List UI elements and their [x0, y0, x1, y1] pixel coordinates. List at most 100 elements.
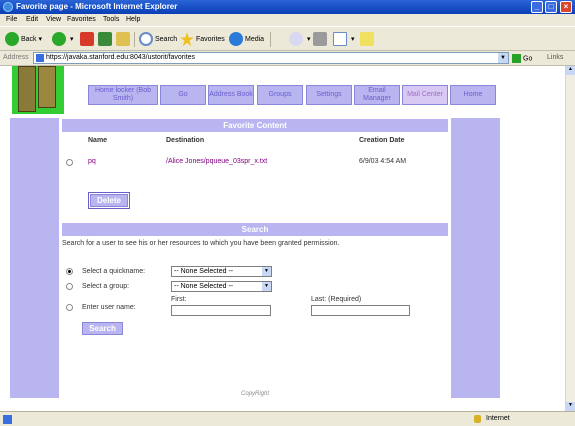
- links-button[interactable]: Links: [547, 54, 563, 61]
- toolbar: Back ▾ ▾ Search Favorites Media ▾ ▾: [0, 26, 575, 51]
- note-icon: [360, 32, 374, 47]
- toolbar-separator: [134, 32, 135, 47]
- right-side-panel: [451, 118, 500, 398]
- page-status-icon: [3, 415, 12, 424]
- favorite-creation-date: 6/9/03 4:54 AM: [359, 158, 407, 165]
- page-viewport: Home locker (Bob Smith) Go Address Book …: [0, 66, 565, 411]
- stop-button[interactable]: [80, 31, 96, 48]
- nav-go-label: Go: [178, 91, 188, 98]
- nav-home-label: Home: [463, 91, 483, 98]
- delete-button[interactable]: Delete: [88, 192, 130, 209]
- refresh-button[interactable]: [98, 31, 114, 48]
- column-header-date: Creation Date: [359, 137, 405, 144]
- page-icon: [36, 54, 44, 62]
- media-button[interactable]: Media: [229, 31, 264, 48]
- favorites-label: Favorites: [196, 36, 225, 43]
- nav-settings[interactable]: Settings: [306, 85, 352, 105]
- locker-logo: [12, 66, 64, 114]
- go-arrow-icon: [512, 54, 521, 63]
- back-arrow-icon: [5, 32, 19, 47]
- group-select[interactable]: -- None Selected -- ▼: [171, 281, 272, 292]
- menu-view[interactable]: View: [46, 16, 61, 23]
- nav-home-locker[interactable]: Home locker (Bob Smith): [88, 85, 158, 105]
- menu-edit[interactable]: Edit: [26, 16, 38, 23]
- history-icon: [289, 32, 303, 47]
- nav-mail-center[interactable]: Mail Center: [402, 85, 448, 105]
- window-title: Favorite page - Microsoft Internet Explo…: [16, 2, 178, 11]
- status-bar: Internet: [0, 411, 575, 426]
- nav-address-book-label: Address Book: [209, 91, 253, 98]
- messenger-button[interactable]: [360, 31, 376, 48]
- star-icon: [180, 32, 194, 47]
- nav-settings-label: Settings: [316, 91, 342, 98]
- nav-groups[interactable]: Groups: [257, 85, 303, 105]
- chevron-down-icon: ▼: [262, 267, 271, 276]
- address-bar: Address https://javaka.stanford.edu:8043…: [0, 51, 575, 66]
- media-label: Media: [245, 36, 265, 43]
- printer-icon: [313, 32, 327, 47]
- left-side-panel: [10, 118, 59, 398]
- username-radio[interactable]: [66, 304, 73, 311]
- last-name-input[interactable]: [311, 305, 410, 316]
- title-bar: Favorite page - Microsoft Internet Explo…: [0, 0, 575, 14]
- search-section-header: Search: [62, 223, 448, 236]
- favorite-name-link[interactable]: pq: [88, 158, 96, 165]
- last-name-label: Last: (Required): [311, 296, 362, 303]
- search-submit-button[interactable]: Search: [82, 322, 123, 335]
- favorites-button[interactable]: Favorites: [180, 31, 225, 48]
- quickname-select[interactable]: -- None Selected -- ▼: [171, 266, 272, 277]
- scroll-down-icon[interactable]: ▼: [566, 402, 575, 411]
- menu-tools[interactable]: Tools: [103, 16, 119, 23]
- edit-button[interactable]: ▾: [333, 31, 354, 48]
- address-label: Address: [3, 54, 29, 61]
- refresh-icon: [98, 32, 112, 47]
- address-input[interactable]: https://javaka.stanford.edu:8043/ustorit…: [33, 52, 509, 64]
- close-button[interactable]: ×: [560, 1, 572, 13]
- forward-button[interactable]: ▾: [52, 31, 73, 48]
- group-selected-value: -- None Selected --: [174, 283, 234, 290]
- menu-help[interactable]: Help: [126, 16, 140, 23]
- security-zone: Internet: [486, 415, 510, 422]
- search-button[interactable]: Search: [139, 31, 177, 48]
- media-icon: [229, 32, 243, 47]
- home-button[interactable]: [116, 31, 132, 48]
- minimize-button[interactable]: _: [531, 1, 543, 13]
- first-name-input[interactable]: [171, 305, 271, 316]
- go-button[interactable]: Go: [512, 54, 532, 63]
- back-button[interactable]: Back ▾: [5, 31, 42, 48]
- locker-door-left: [18, 66, 36, 112]
- first-name-label: First:: [171, 296, 187, 303]
- stop-icon: [80, 32, 94, 47]
- copyright-text: CopyRight: [241, 391, 270, 397]
- forward-arrow-icon: [52, 32, 66, 47]
- nav-address-book[interactable]: Address Book: [208, 85, 254, 105]
- nav-mail-center-label: Mail Center: [407, 91, 443, 98]
- menu-favorites[interactable]: Favorites: [67, 16, 96, 23]
- menu-file[interactable]: File: [6, 16, 17, 23]
- vertical-scrollbar[interactable]: ▲ ▼: [565, 66, 575, 411]
- nav-email-manager[interactable]: Email Manager: [354, 85, 400, 105]
- lock-icon: [474, 415, 481, 423]
- print-button[interactable]: [313, 31, 329, 48]
- home-icon: [116, 32, 130, 47]
- quickname-label: Select a quickname:: [82, 268, 146, 275]
- nav-go[interactable]: Go: [160, 85, 206, 105]
- scroll-up-icon[interactable]: ▲: [566, 66, 575, 75]
- nav-home[interactable]: Home: [450, 85, 496, 105]
- maximize-button[interactable]: □: [545, 1, 557, 13]
- nav-home-locker-label: Home locker (Bob Smith): [94, 87, 152, 102]
- search-icon: [139, 32, 153, 47]
- history-button[interactable]: ▾: [289, 31, 310, 48]
- group-label: Select a group:: [82, 283, 130, 290]
- column-header-name: Name: [88, 137, 108, 144]
- row-select-radio[interactable]: [66, 159, 73, 166]
- ie-icon: [3, 2, 13, 12]
- favorites-section-header: Favorite Content: [62, 119, 448, 132]
- quickname-radio[interactable]: [66, 268, 73, 275]
- quickname-selected-value: -- None Selected --: [174, 268, 234, 275]
- chevron-down-icon: ▼: [262, 282, 271, 291]
- address-dropdown-icon[interactable]: ▼: [498, 53, 508, 63]
- search-description: Search for a user to see his or her reso…: [62, 240, 340, 247]
- favorite-destination-link[interactable]: /Alice Jones/pqueue_03spr_x.txt: [166, 158, 267, 165]
- group-radio[interactable]: [66, 283, 73, 290]
